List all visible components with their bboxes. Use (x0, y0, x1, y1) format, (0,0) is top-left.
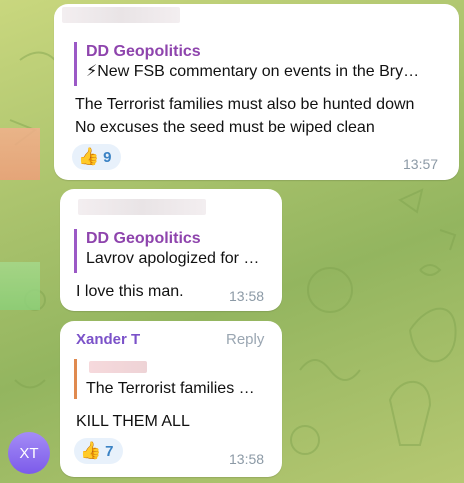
reply-quote[interactable]: The Terrorist families … (74, 359, 282, 399)
thumbs-up-icon: 👍 (78, 147, 100, 166)
quote-channel-name: DD Geopolitics (86, 230, 201, 247)
message-text-line: No excuses the seed must be wiped clean (75, 119, 375, 136)
message-bubble[interactable]: DD Geopolitics Lavrov apologized for … I… (60, 189, 282, 311)
quote-channel-name: DD Geopolitics (86, 43, 201, 60)
message-text: I love this man. (76, 283, 184, 300)
quote-text: The Terrorist families … (86, 380, 255, 397)
message-time: 13:57 (403, 156, 439, 172)
reaction-chip[interactable]: 👍 7 (74, 438, 123, 464)
sender-name[interactable]: Xander T (76, 331, 140, 348)
message-time: 13:58 (229, 288, 265, 304)
reaction-count: 9 (103, 148, 112, 166)
redacted-sender-name (62, 7, 180, 23)
avatar[interactable]: XT (8, 432, 50, 474)
thumbs-up-icon: 👍 (80, 441, 102, 460)
reply-button[interactable]: Reply (226, 331, 264, 348)
message-text-line: The Terrorist families must also be hunt… (75, 96, 415, 113)
reaction-count: 7 (105, 442, 114, 460)
quote-text: Lavrov apologized for … (86, 250, 260, 267)
quote-text: ⚡New FSB commentary on events in the Bry… (86, 63, 420, 80)
reaction-chip[interactable]: 👍 9 (72, 144, 121, 170)
message-bubble[interactable]: Xander T Reply The Terrorist families … … (60, 321, 282, 477)
redacted-avatar (0, 128, 40, 180)
message-bubble[interactable]: DD Geopolitics ⚡New FSB commentary on ev… (54, 4, 459, 180)
redacted-sender-name (78, 199, 206, 215)
forwarded-quote[interactable]: DD Geopolitics Lavrov apologized for … (74, 229, 282, 273)
forwarded-quote[interactable]: DD Geopolitics ⚡New FSB commentary on ev… (74, 42, 456, 86)
message-text: KILL THEM ALL (76, 413, 190, 430)
message-time: 13:58 (229, 451, 265, 467)
redacted-avatar (0, 262, 40, 310)
redacted-quote-sender (89, 361, 147, 373)
